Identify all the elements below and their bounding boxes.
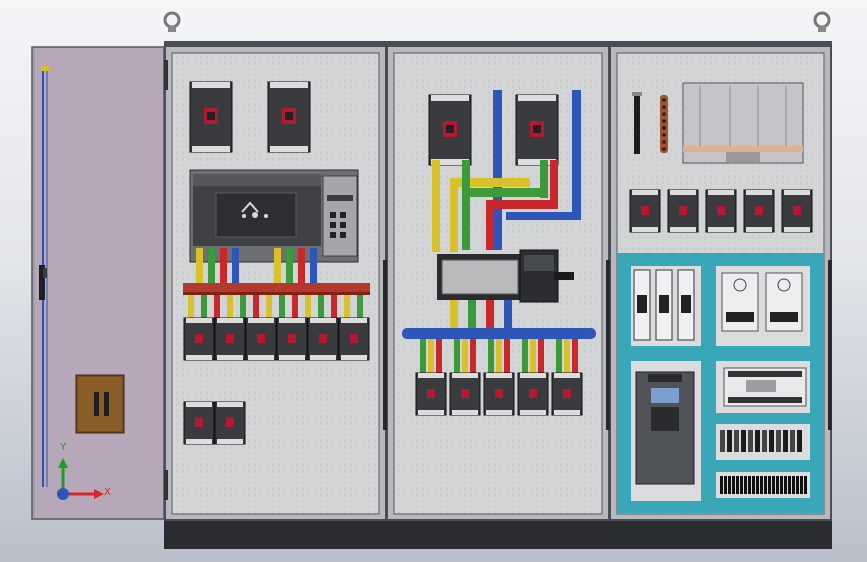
electrical-cabinet-cad-view: [31, 11, 832, 549]
branch-breaker[interactable]: [307, 317, 339, 361]
right-top-breakers: [629, 189, 813, 233]
control-breaker[interactable]: [629, 189, 661, 233]
busbar-copper-left: [183, 283, 370, 295]
lifting-eye-right: [813, 11, 831, 32]
middle-branch-breakers: [415, 339, 583, 416]
plc-module[interactable]: [723, 367, 807, 407]
branch-breaker[interactable]: [276, 317, 308, 361]
neutral-busbar: [402, 328, 596, 339]
fuse-holder[interactable]: [655, 269, 673, 341]
vfd-keypad[interactable]: [651, 407, 679, 431]
ventilation-fan-filter: [682, 82, 804, 164]
branch-breaker[interactable]: [245, 317, 277, 361]
power-supply-1[interactable]: [721, 272, 759, 332]
rotary-handle[interactable]: [554, 272, 574, 280]
fuse-holders: [633, 269, 695, 341]
control-breaker[interactable]: [743, 189, 775, 233]
outgoing-breaker[interactable]: [483, 372, 515, 416]
triad-x-label: X: [104, 487, 111, 498]
mccb-left-1[interactable]: [189, 81, 233, 153]
branch-breaker[interactable]: [338, 317, 370, 361]
spare-breaker[interactable]: [183, 401, 215, 445]
open-door[interactable]: [31, 46, 165, 520]
outgoing-breaker[interactable]: [415, 372, 447, 416]
mccb-middle-2[interactable]: [515, 94, 559, 166]
isolator-switch[interactable]: [437, 249, 574, 303]
branch-breaker[interactable]: [183, 317, 215, 361]
left-branch-breakers: [183, 317, 370, 361]
outgoing-breaker[interactable]: [551, 372, 583, 416]
left-spare-breakers: [183, 401, 246, 445]
fuse-holder[interactable]: [677, 269, 695, 341]
spare-breaker[interactable]: [214, 401, 246, 445]
variable-frequency-drive[interactable]: [635, 371, 695, 493]
outgoing-breaker[interactable]: [517, 372, 549, 416]
control-breaker[interactable]: [705, 189, 737, 233]
branch-breaker[interactable]: [214, 317, 246, 361]
cabinet-plinth: [164, 519, 832, 549]
control-breaker[interactable]: [667, 189, 699, 233]
vfd-display: [651, 388, 679, 403]
mccb-middle-1[interactable]: [428, 94, 472, 166]
control-breaker[interactable]: [781, 189, 813, 233]
outgoing-breaker[interactable]: [449, 372, 481, 416]
triad-y-label: Y: [60, 442, 67, 453]
fuse-holder[interactable]: [633, 269, 651, 341]
copper-earth-bar: [660, 95, 668, 153]
door-pocket-holder: [75, 374, 125, 434]
lifting-eye-left: [163, 11, 181, 32]
power-supply-2[interactable]: [765, 272, 803, 332]
mccb-left-2[interactable]: [267, 81, 311, 153]
